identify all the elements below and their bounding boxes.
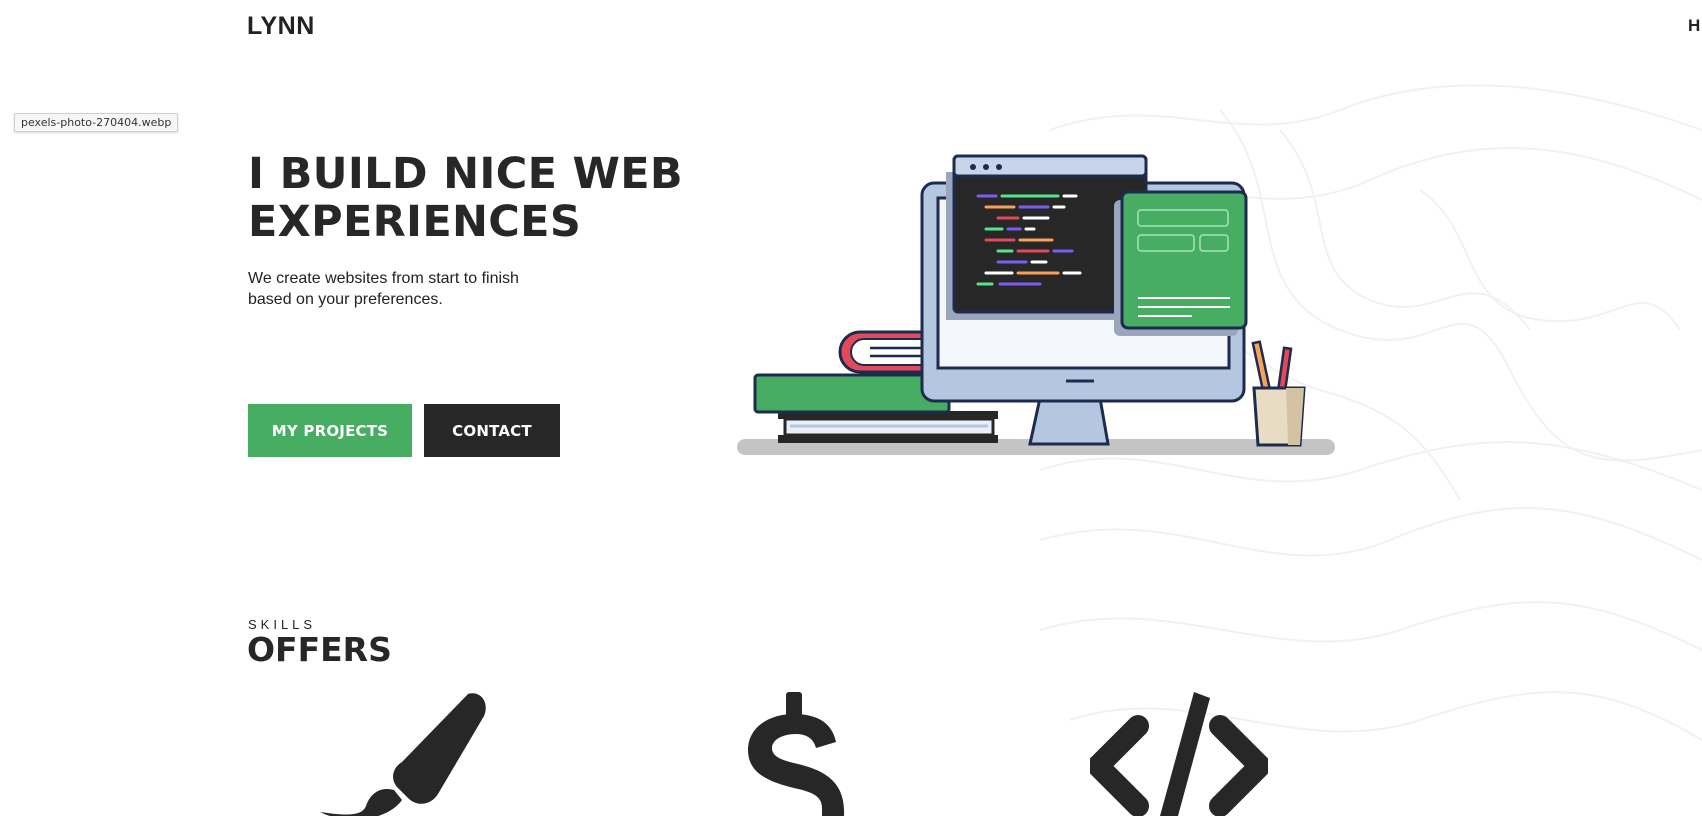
hero-illustration	[737, 154, 1335, 455]
my-projects-button[interactable]: MY PROJECTS	[248, 404, 412, 457]
offers-heading: OFFERS	[247, 630, 392, 669]
hero-subtitle: We create websites from start to finish …	[248, 270, 519, 308]
dollar-icon	[748, 692, 845, 816]
hero-title: I BUILD NICE WEB EXPERIENCES	[248, 149, 683, 247]
nav-item-home-partial[interactable]: H	[1688, 16, 1700, 36]
contact-button[interactable]: CONTACT	[424, 404, 560, 457]
image-filename-tooltip: pexels-photo-270404.webp	[14, 113, 179, 132]
pencil-cup-icon	[1251, 340, 1306, 447]
code-icon	[1090, 692, 1268, 816]
brush-icon	[320, 693, 486, 816]
form-window-icon	[1114, 190, 1248, 336]
site-logo[interactable]: LYNN	[247, 12, 315, 41]
